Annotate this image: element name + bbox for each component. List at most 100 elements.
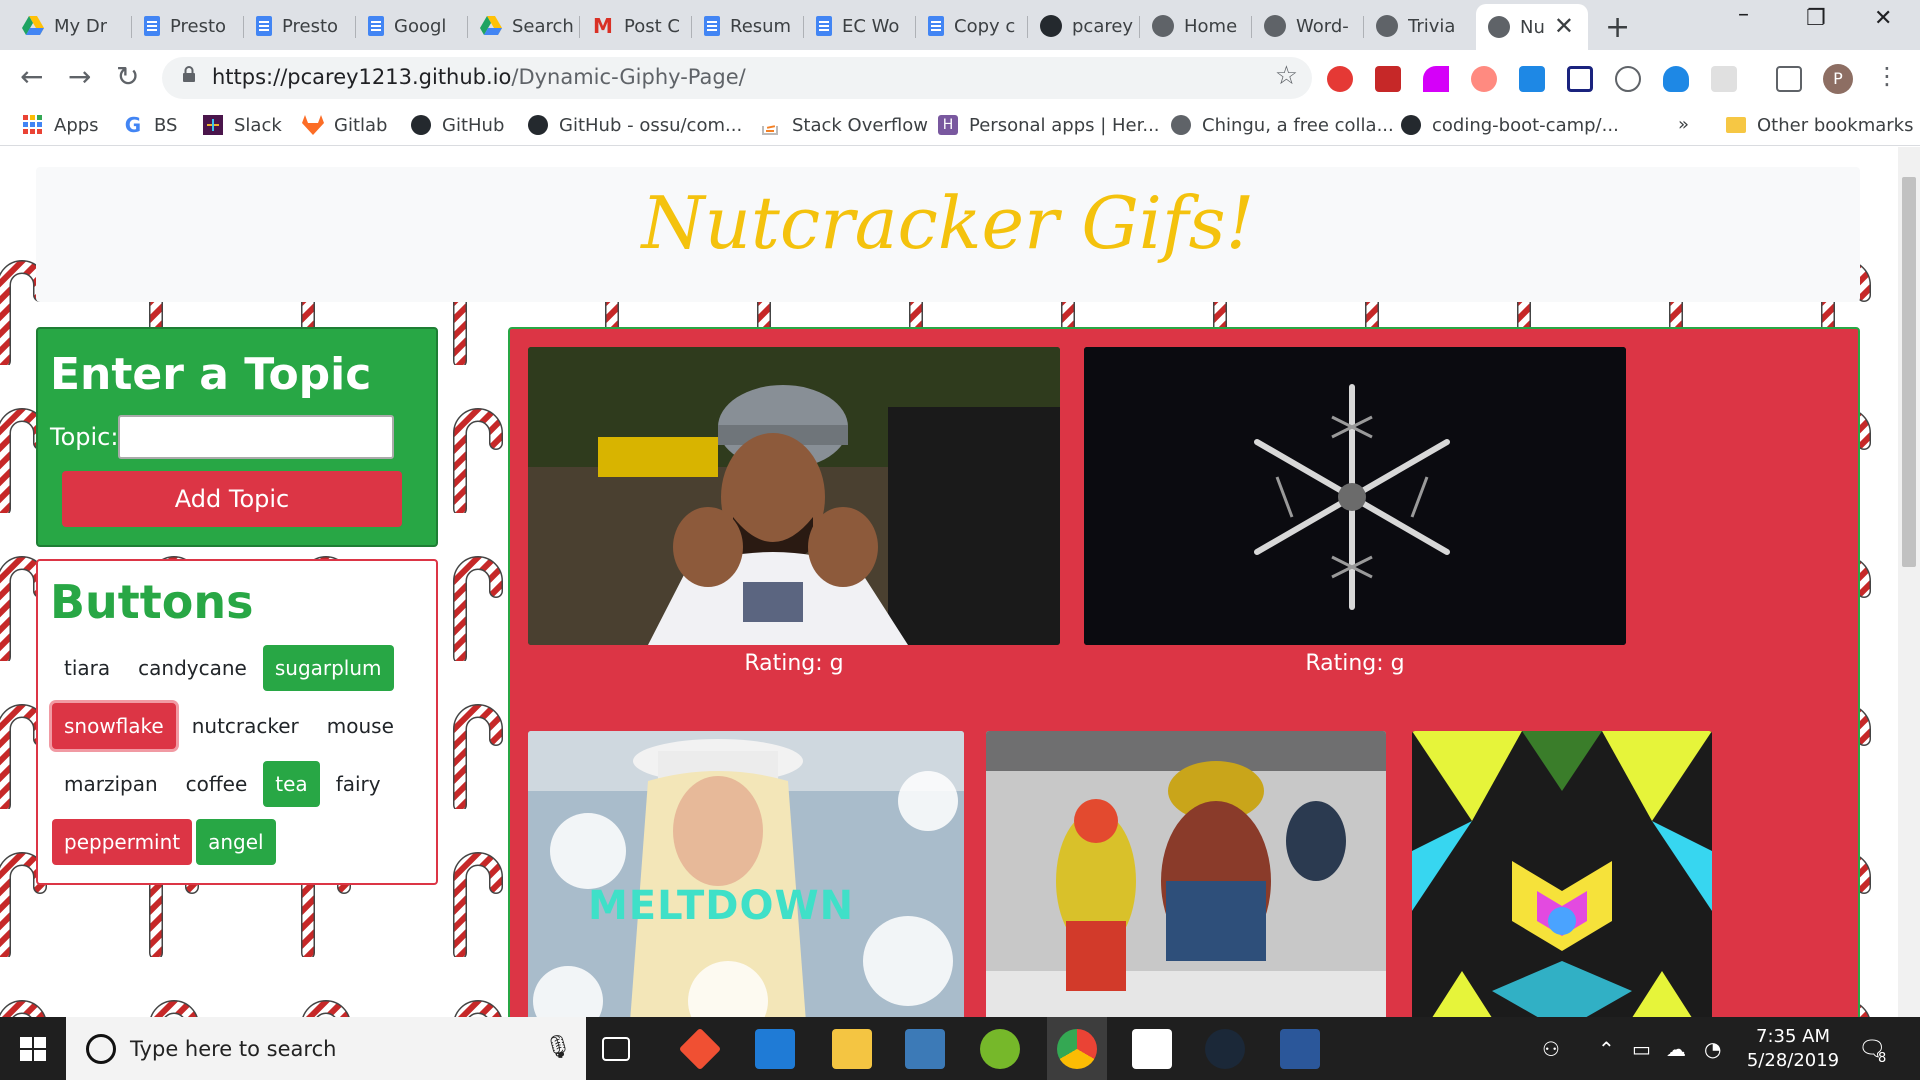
bookmark-label: GitHub (442, 114, 505, 136)
google-docs-icon (816, 16, 832, 36)
gif-snowflake[interactable] (1084, 347, 1626, 645)
scrollbar-thumb[interactable] (1902, 177, 1916, 567)
google-docs-icon (704, 16, 720, 36)
other-bookmarks[interactable]: Other bookmarks (1725, 114, 1913, 136)
google-docs-icon (368, 16, 384, 36)
gif-meltdown[interactable]: MELTDOWN (528, 731, 964, 1017)
browser-tab[interactable]: pcarey (1028, 6, 1140, 46)
people-icon[interactable]: ⚇ (1542, 1037, 1560, 1061)
bookmark-label: Slack (234, 114, 282, 136)
topic-button-coffee[interactable]: coffee (173, 761, 260, 807)
topic-button-marzipan[interactable]: marzipan (52, 761, 170, 807)
wifi-icon[interactable]: ◔ (1704, 1037, 1721, 1061)
topic-button-sugarplum[interactable]: sugarplum (262, 645, 394, 691)
browser-tab[interactable]: Trivia (1364, 6, 1476, 46)
web-extension-icon[interactable] (1615, 66, 1641, 92)
restore-icon[interactable]: ❐ (1806, 6, 1826, 31)
close-tab-icon[interactable]: ✕ (1554, 12, 1574, 40)
word-icon[interactable] (1280, 1029, 1320, 1069)
cloud-extension-icon[interactable] (1663, 66, 1689, 92)
browser-tab[interactable]: EC Wo (804, 6, 916, 46)
git-kraken-icon[interactable] (678, 1027, 722, 1071)
browser-tab[interactable]: My Dr (10, 6, 132, 46)
adblock-extension-icon[interactable] (1327, 66, 1353, 92)
steam-icon[interactable] (1205, 1029, 1245, 1069)
bookmarks-bar: Apps G BS Slack Gitlab GitHub GitHub - o… (0, 106, 1920, 146)
browser-tab[interactable]: Word- (1252, 6, 1364, 46)
page-scrollbar[interactable] (1898, 147, 1920, 1017)
browser-tab[interactable]: Presto (244, 6, 356, 46)
utorrent-icon[interactable] (980, 1029, 1020, 1069)
topic-button-nutcracker[interactable]: nutcracker (179, 703, 311, 749)
gif-mcdonalds-mascots[interactable] (986, 731, 1386, 1017)
mysql-workbench-icon[interactable] (905, 1029, 945, 1069)
globe-icon (1170, 114, 1192, 136)
globe-icon (1488, 16, 1510, 38)
microphone-icon[interactable]: 🎙 (544, 1035, 572, 1060)
add-topic-button[interactable]: Add Topic (62, 471, 402, 527)
topic-input[interactable] (118, 415, 394, 459)
minimize-icon[interactable]: – (1738, 2, 1749, 27)
forward-icon[interactable]: → (68, 60, 91, 93)
browser-tab[interactable]: Copy c (916, 6, 1028, 46)
gif-man-in-jersey[interactable] (528, 347, 1060, 645)
close-window-icon[interactable]: ✕ (1874, 6, 1892, 31)
bookmark-github-ossu[interactable]: GitHub - ossu/com... (527, 114, 742, 136)
browser-tab[interactable]: M Post C (580, 6, 692, 46)
crop-extension-icon[interactable] (1567, 66, 1593, 92)
browser-tab[interactable]: Resum (692, 6, 804, 46)
colorpicker-extension-icon[interactable] (1519, 66, 1545, 92)
browser-tab[interactable]: Search (468, 6, 580, 46)
screencast-extension-icon[interactable] (1471, 66, 1497, 92)
windows-start-icon[interactable] (20, 1037, 46, 1061)
file-explorer-icon[interactable] (832, 1029, 872, 1069)
bookmark-gitlab[interactable]: Gitlab (302, 114, 387, 136)
bookmarks-overflow-button[interactable]: » (1678, 114, 1689, 135)
bookmark-chingu[interactable]: Chingu, a free colla... (1170, 114, 1394, 136)
onedrive-icon[interactable]: ☁ (1666, 1037, 1686, 1061)
topic-button-angel[interactable]: angel (196, 819, 276, 865)
bookmark-stack-overflow[interactable]: Stack Overflow (760, 114, 928, 136)
bookmark-github[interactable]: GitHub (410, 114, 504, 136)
browser-tab[interactable]: Presto (132, 6, 244, 46)
bookmark-heroku[interactable]: H Personal apps | Her... (937, 114, 1160, 136)
new-tab-button[interactable]: + (1605, 10, 1630, 45)
taskbar-search[interactable]: Type here to search 🎙 (66, 1017, 586, 1080)
bookmark-coding-boot-camp[interactable]: coding-boot-camp/... (1400, 114, 1619, 136)
bookmark-apps[interactable]: Apps (22, 114, 99, 136)
topic-button-candycane[interactable]: candycane (126, 645, 259, 691)
extension-icon[interactable] (1711, 66, 1737, 92)
rss-extension-icon[interactable] (1423, 66, 1449, 92)
reload-icon[interactable]: ↻ (116, 60, 139, 93)
bookmark-star-icon[interactable]: ☆ (1275, 61, 1298, 91)
taskbar-clock[interactable]: 7:35 AM 5/28/2019 (1738, 1025, 1848, 1073)
cast-icon[interactable] (1776, 66, 1802, 92)
mail-icon[interactable] (1132, 1029, 1172, 1069)
address-bar[interactable]: https://pcarey1213.github.io/Dynamic-Gip… (162, 57, 1312, 99)
tray-chevron-icon[interactable]: ⌃ (1598, 1037, 1615, 1061)
chrome-taskbar-icon[interactable] (1057, 1029, 1097, 1069)
task-view-icon[interactable] (602, 1037, 630, 1061)
gif-kaleidoscope[interactable] (1412, 731, 1712, 1017)
chrome-menu-icon[interactable]: ⋮ (1875, 62, 1899, 90)
topic-form-heading: Enter a Topic (50, 349, 372, 400)
back-icon[interactable]: ← (20, 60, 43, 93)
pdf-extension-icon[interactable] (1375, 66, 1401, 92)
topic-button-tea[interactable]: tea (263, 761, 320, 807)
topic-button-peppermint[interactable]: peppermint (52, 819, 193, 865)
topic-button-mouse[interactable]: mouse (314, 703, 406, 749)
topic-button-snowflake[interactable]: snowflake (52, 703, 176, 749)
topic-button-tiara[interactable]: tiara (52, 645, 123, 691)
profile-avatar[interactable]: P (1823, 64, 1853, 94)
battery-icon[interactable]: ▭ (1632, 1037, 1651, 1061)
candy-cane-decoration (446, 403, 506, 513)
browser-tab-active[interactable]: Nu ✕ (1476, 4, 1588, 50)
browser-tab[interactable]: Home (1140, 6, 1252, 46)
gitlab-icon (302, 114, 324, 136)
topic-button-fairy[interactable]: fairy (323, 761, 393, 807)
browser-tab[interactable]: Googl (356, 6, 468, 46)
bookmark-slack[interactable]: Slack (202, 114, 282, 136)
vscode-icon[interactable] (755, 1029, 795, 1069)
tab-title: Search (512, 15, 574, 37)
bookmark-bs[interactable]: G BS (122, 113, 178, 137)
